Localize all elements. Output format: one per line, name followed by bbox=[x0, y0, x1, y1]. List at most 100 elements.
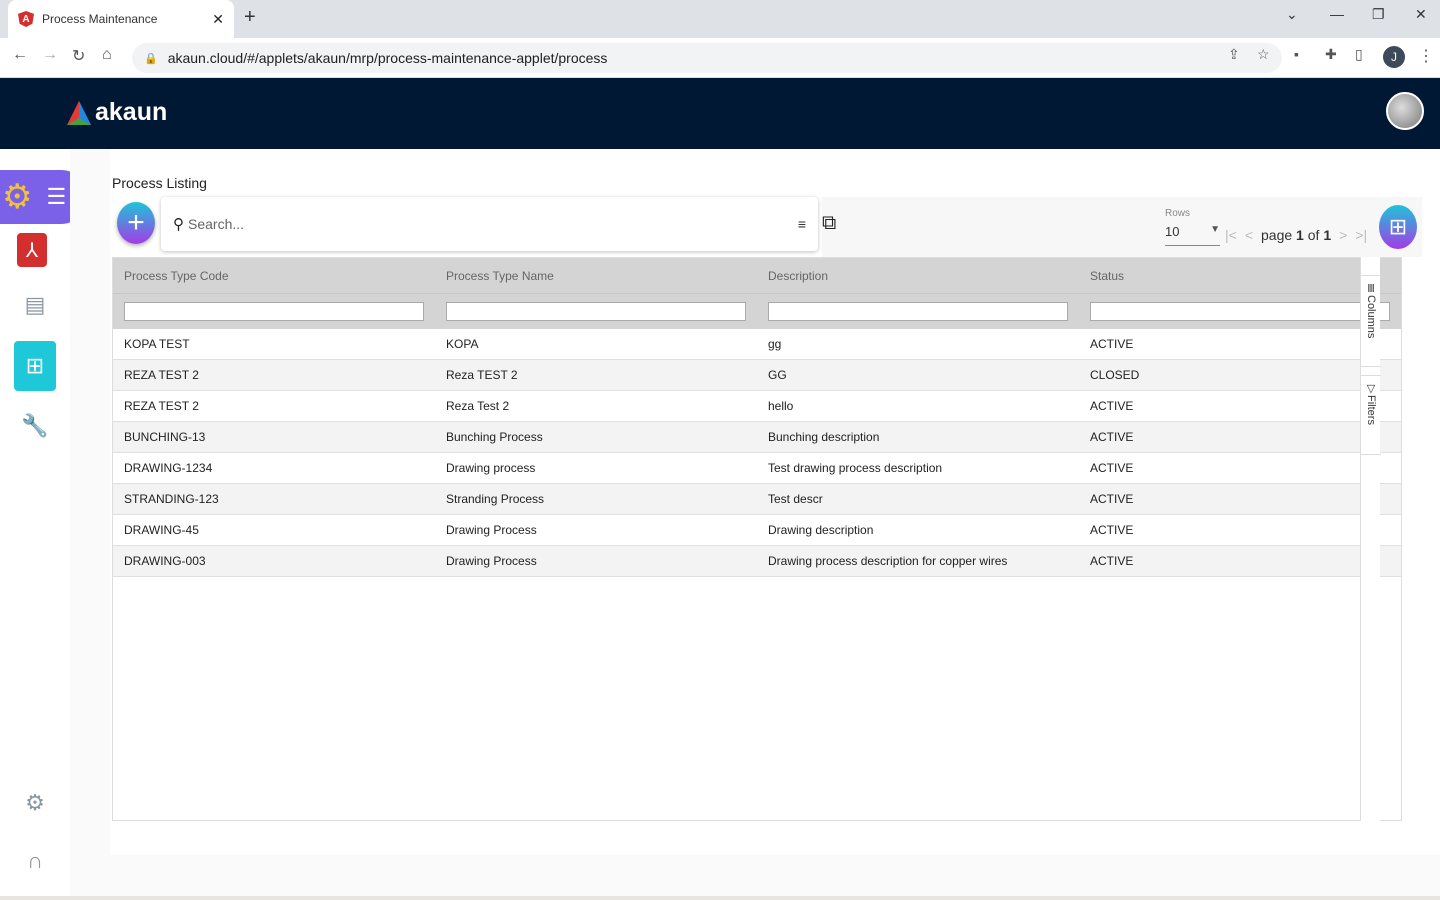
page-total: 1 bbox=[1323, 227, 1332, 243]
close-tab-icon[interactable]: ✕ bbox=[212, 11, 224, 28]
browser-tab-bar: A Process Maintenance ✕ + ⌄ — ❐ ✕ bbox=[0, 0, 1440, 38]
acrobat-icon[interactable]: ⅄ bbox=[17, 233, 47, 267]
settings-gear-icon[interactable]: ⚙ bbox=[14, 782, 56, 824]
close-window-button[interactable]: ✕ bbox=[1415, 6, 1427, 23]
process-tree-icon[interactable]: ⊞ bbox=[14, 341, 56, 391]
column-header[interactable]: Description bbox=[757, 258, 1079, 293]
table-cell: ACTIVE bbox=[1090, 461, 1134, 475]
filter-input-code[interactable] bbox=[124, 302, 424, 321]
address-bar-row: ← → ↻ ⌂ 🔒 akaun.cloud/#/applets/akaun/mr… bbox=[0, 38, 1440, 78]
table-cell: ACTIVE bbox=[1090, 399, 1134, 413]
share-icon[interactable]: ⇪ bbox=[1228, 46, 1240, 63]
table-row[interactable]: BUNCHING-13 Bunching Process Bunching desc… bbox=[113, 422, 1401, 453]
table-cell: Drawing description bbox=[768, 523, 874, 537]
filter-row bbox=[113, 293, 1401, 329]
process-table: Process Type Code Process Type Name Desc… bbox=[112, 257, 1402, 821]
table-row[interactable]: DRAWING-45 Drawing Process Drawing descrip… bbox=[113, 515, 1401, 546]
document-icon[interactable]: ▤ bbox=[14, 284, 56, 326]
user-avatar[interactable] bbox=[1386, 92, 1424, 130]
table-cell: ACTIVE bbox=[1090, 523, 1134, 537]
export-icon[interactable]: ⧉ bbox=[822, 212, 836, 235]
table-cell: Test descr bbox=[768, 492, 823, 506]
filter-input-status[interactable] bbox=[1090, 302, 1390, 321]
wrench-icon[interactable]: 🔧 bbox=[14, 405, 56, 447]
search-input[interactable]: ⚲ Search... ≡ bbox=[161, 197, 818, 251]
columns-icon: Ⅲ bbox=[1364, 282, 1377, 295]
table-cell: Drawing Process bbox=[446, 523, 537, 537]
table-row[interactable]: DRAWING-1234 Drawing process Test drawing … bbox=[113, 453, 1401, 484]
table-cell: ACTIVE bbox=[1090, 492, 1134, 506]
table-cell: DRAWING-45 bbox=[124, 523, 199, 537]
last-page-icon[interactable]: >| bbox=[1355, 227, 1367, 243]
column-header[interactable]: Status bbox=[1079, 258, 1390, 293]
rows-value: 10 bbox=[1165, 224, 1180, 239]
restore-button[interactable]: ❐ bbox=[1372, 6, 1385, 23]
table-cell: Drawing process description for copper w… bbox=[768, 554, 1008, 568]
menu-toggle-icon[interactable]: ☰ bbox=[46, 184, 66, 210]
table-cell: gg bbox=[768, 337, 782, 351]
table-cell: STRANDING-123 bbox=[124, 492, 219, 506]
side-panel-tabs: Ⅲ Columns ▽ Filters bbox=[1360, 257, 1381, 821]
table-cell: Drawing Process bbox=[446, 554, 537, 568]
table-row[interactable]: REZA TEST 2 Reza Test 2 hello ACTIVE bbox=[113, 391, 1401, 422]
extension-icon[interactable]: ▪ bbox=[1294, 46, 1299, 62]
akaun-logo: akaun bbox=[66, 98, 167, 127]
column-header[interactable]: Process Type Code bbox=[113, 258, 435, 293]
table-header: Process Type Code Process Type Name Desc… bbox=[113, 258, 1401, 293]
column-header[interactable]: Process Type Name bbox=[435, 258, 757, 293]
profile-avatar[interactable]: J bbox=[1383, 46, 1405, 68]
rows-per-page-select[interactable]: 10 ▼ bbox=[1165, 224, 1220, 246]
filters-tab[interactable]: ▽ Filters bbox=[1361, 375, 1381, 455]
bookmark-star-icon[interactable]: ☆ bbox=[1257, 46, 1270, 63]
browser-menu-icon[interactable]: ⋮ bbox=[1418, 46, 1434, 66]
table-cell: DRAWING-003 bbox=[124, 554, 206, 568]
filter-lines-icon[interactable]: ≡ bbox=[798, 216, 806, 232]
back-icon[interactable]: ← bbox=[12, 46, 28, 64]
filter-input-description[interactable] bbox=[768, 302, 1068, 321]
table-cell: Bunching Process bbox=[446, 430, 543, 444]
table-cell: ACTIVE bbox=[1090, 554, 1134, 568]
page-title: Process Listing bbox=[112, 175, 207, 191]
table-cell: Bunching description bbox=[768, 430, 880, 444]
table-cell: Drawing process bbox=[446, 461, 536, 475]
first-page-icon[interactable]: |< bbox=[1225, 227, 1237, 243]
table-row[interactable]: KOPA TEST KOPA gg ACTIVE bbox=[113, 329, 1401, 360]
minimize-button[interactable]: — bbox=[1330, 6, 1344, 22]
table-row[interactable]: REZA TEST 2 Reza TEST 2 GG CLOSED bbox=[113, 360, 1401, 391]
table-cell: REZA TEST 2 bbox=[124, 368, 199, 382]
table-cell: ACTIVE bbox=[1090, 430, 1134, 444]
new-tab-button[interactable]: + bbox=[244, 6, 256, 29]
columns-label: Columns bbox=[1365, 295, 1377, 339]
browser-tab[interactable]: A Process Maintenance ✕ bbox=[8, 0, 234, 38]
lock-icon: 🔒 bbox=[144, 52, 158, 65]
filter-input-name[interactable] bbox=[446, 302, 746, 321]
add-process-button[interactable]: + bbox=[117, 202, 155, 244]
table-cell: KOPA bbox=[446, 337, 479, 351]
prev-page-icon[interactable]: < bbox=[1245, 227, 1253, 243]
dropdown-arrow-icon: ▼ bbox=[1210, 224, 1220, 235]
logo-text: akaun bbox=[95, 98, 168, 126]
side-panel-icon[interactable]: ▯ bbox=[1355, 46, 1363, 63]
table-row[interactable]: DRAWING-003 Drawing Process Drawing proces… bbox=[113, 546, 1401, 577]
grid-view-button[interactable]: ⊞ bbox=[1379, 205, 1417, 249]
next-page-icon[interactable]: > bbox=[1339, 227, 1347, 243]
extensions-puzzle-icon[interactable]: ✚ bbox=[1325, 46, 1337, 63]
user-profile-icon[interactable]: ∩ bbox=[14, 840, 56, 882]
url-text: akaun.cloud/#/applets/akaun/mrp/process-… bbox=[167, 50, 608, 66]
table-cell: REZA TEST 2 bbox=[124, 399, 199, 413]
table-cell: ACTIVE bbox=[1090, 337, 1134, 351]
home-icon[interactable]: ⌂ bbox=[102, 46, 112, 64]
url-field[interactable]: 🔒 akaun.cloud/#/applets/akaun/mrp/proces… bbox=[132, 43, 1282, 73]
forward-icon[interactable]: → bbox=[42, 46, 58, 64]
table-cell: GG bbox=[768, 368, 787, 382]
gears-icon: ⚙ bbox=[2, 178, 33, 216]
main-content: Process Listing + ⚲ Search... ≡ ⧉ Rows 1… bbox=[70, 149, 1440, 900]
reload-icon[interactable]: ↻ bbox=[72, 46, 85, 66]
tab-search-icon[interactable]: ⌄ bbox=[1286, 6, 1298, 23]
table-cell: CLOSED bbox=[1090, 368, 1140, 382]
tab-title: Process Maintenance bbox=[42, 12, 158, 26]
page-word: page bbox=[1261, 227, 1293, 243]
columns-tab[interactable]: Ⅲ Columns bbox=[1361, 275, 1381, 367]
akaun-logo-icon bbox=[67, 100, 91, 125]
table-row[interactable]: STRANDING-123 Stranding Process Test descr… bbox=[113, 484, 1401, 515]
